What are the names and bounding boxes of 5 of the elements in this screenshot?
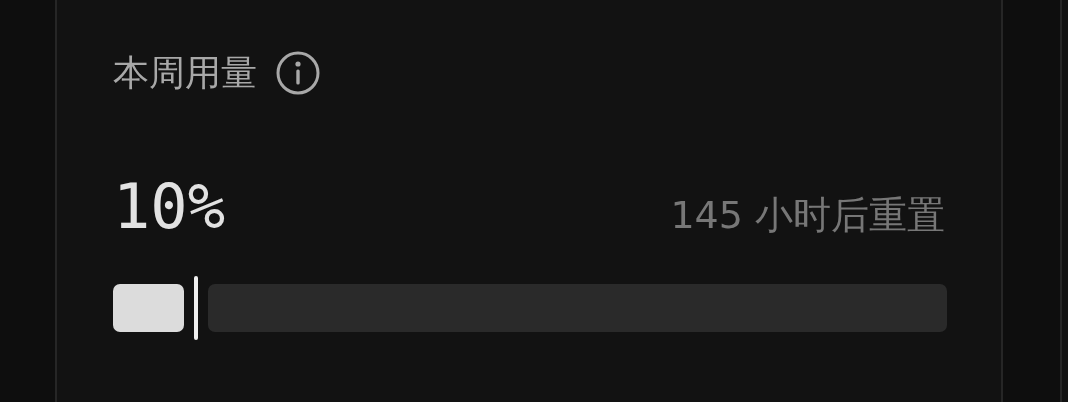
card-title: 本周用量 bbox=[113, 51, 257, 95]
usage-percent: 10% bbox=[113, 172, 225, 242]
reset-time: 145 小时后重置 bbox=[670, 192, 945, 239]
usage-marker bbox=[194, 276, 199, 340]
info-icon[interactable] bbox=[275, 50, 321, 96]
